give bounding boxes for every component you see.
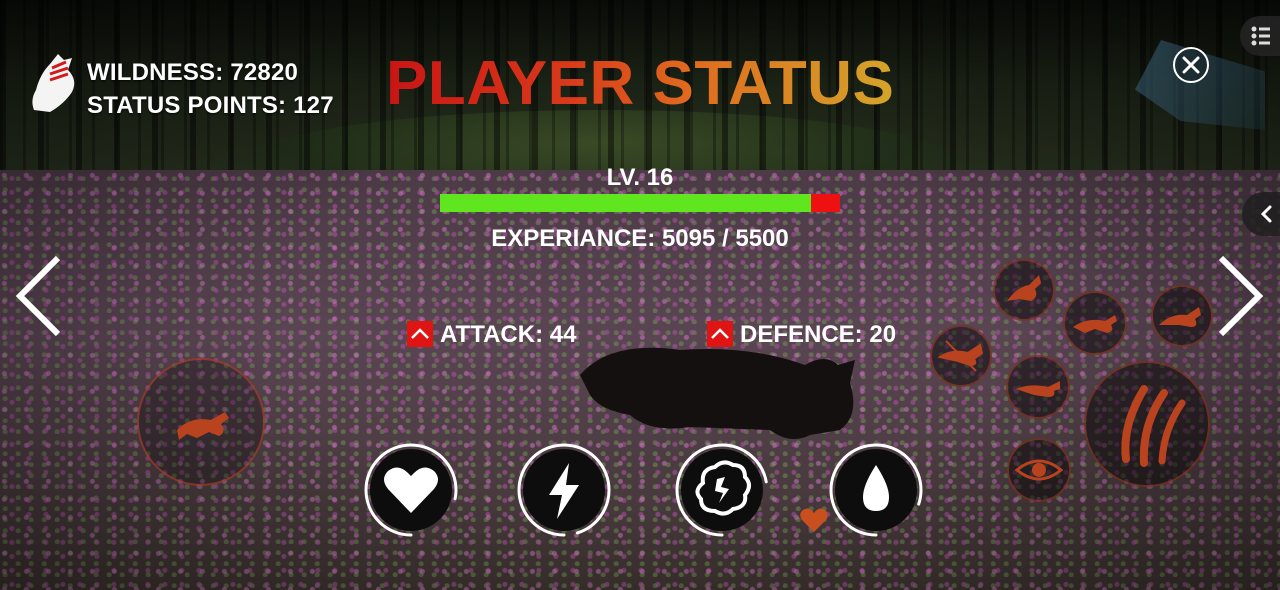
- small-heart-icon: [800, 508, 828, 532]
- page-title: PLAYER STATUS: [386, 49, 895, 118]
- energy-meter: [514, 440, 614, 540]
- skill-eye-button[interactable]: [1007, 438, 1071, 502]
- health-meter: [361, 440, 461, 540]
- skill-howl-button[interactable]: [993, 259, 1055, 321]
- skill-leap-button[interactable]: [1151, 285, 1213, 347]
- defence-stat: DEFENCE: 20: [740, 321, 897, 348]
- claw-attack-button[interactable]: [1084, 361, 1210, 487]
- wolf-sneak-icon: [1016, 381, 1060, 397]
- attack-stat: ATTACK: 44: [440, 321, 577, 348]
- experience-bar-fill: [440, 194, 811, 212]
- skill-bite-button[interactable]: [930, 325, 992, 387]
- brain-icon: [695, 460, 751, 516]
- menu-button[interactable]: [1240, 16, 1280, 56]
- chevron-left-icon: [1260, 205, 1272, 223]
- mind-meter: [672, 440, 772, 540]
- list-menu-icon: [1251, 26, 1270, 46]
- wolf-claw-logo-icon: [32, 54, 75, 112]
- close-icon: [1182, 56, 1200, 74]
- heart-icon: [384, 467, 438, 513]
- wolf-run-icon: [177, 412, 229, 440]
- level-label: LV. 16: [606, 164, 674, 191]
- lightning-icon: [549, 463, 579, 519]
- close-button[interactable]: [1173, 47, 1209, 83]
- experience-bar: [440, 194, 840, 212]
- wolf-leap-icon: [1159, 307, 1201, 327]
- claw-attack-icon: [1121, 385, 1186, 467]
- chevron-up-icon: [711, 328, 729, 339]
- chevron-right-icon: [1218, 255, 1264, 337]
- status-points-counter: STATUS POINTS: 127: [87, 92, 334, 119]
- skill-run-button[interactable]: [1063, 291, 1127, 355]
- side-panel-tab[interactable]: [1242, 192, 1280, 236]
- wolf-run-icon: [1073, 315, 1117, 333]
- skill-sneak-button[interactable]: [1006, 355, 1070, 419]
- chevron-up-icon: [411, 328, 429, 339]
- previous-page-button[interactable]: [14, 254, 64, 338]
- next-page-button[interactable]: [1215, 254, 1265, 338]
- wolf-bite-icon: [937, 340, 984, 372]
- wildness-counter: WILDNESS: 72820: [87, 59, 299, 86]
- water-drop-icon: [863, 465, 889, 511]
- movement-joystick[interactable]: [137, 358, 265, 486]
- chevron-left-icon: [15, 255, 61, 337]
- experience-label: EXPERIANCE: 5095 / 5500: [491, 225, 789, 252]
- eye-icon: [1014, 459, 1064, 481]
- defence-upgrade-button[interactable]: [707, 321, 733, 347]
- wolf-howl-icon: [1007, 275, 1041, 301]
- attack-upgrade-button[interactable]: [407, 321, 433, 347]
- water-meter: [826, 440, 926, 540]
